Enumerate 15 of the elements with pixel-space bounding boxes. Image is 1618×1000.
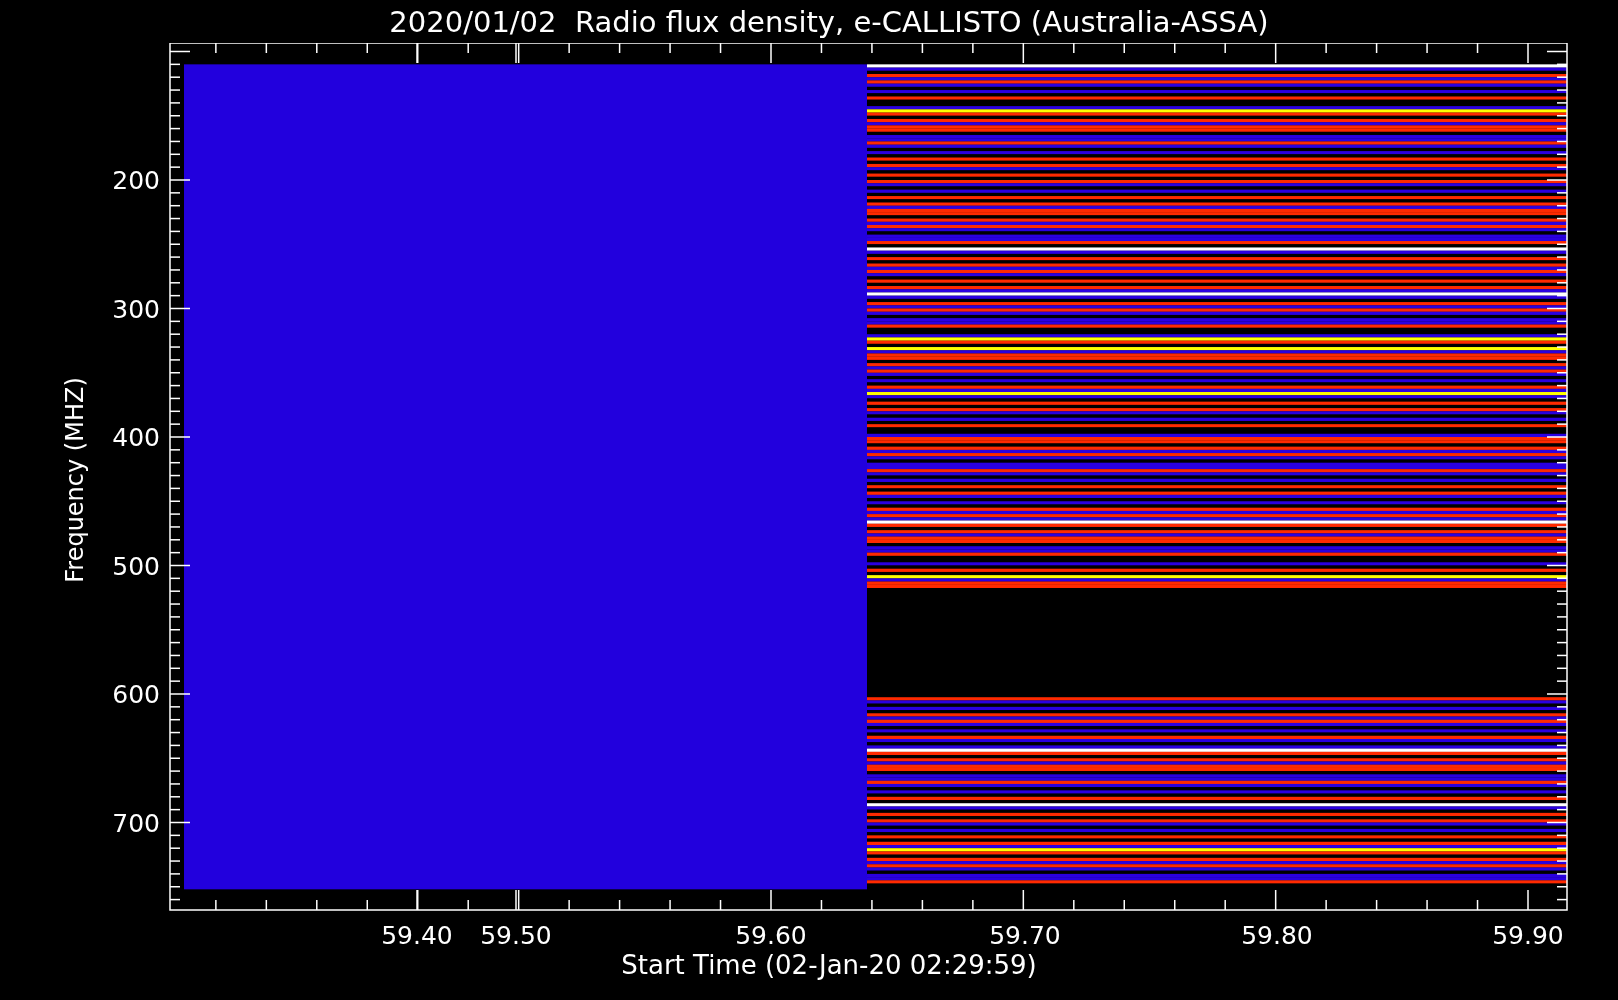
tick-label: 59.60 [735, 921, 807, 950]
tick-label: 200 [112, 166, 160, 195]
tick-label: 59.70 [989, 921, 1061, 950]
axis-label: Start Time (02-Jan-20 02:29:59) [620, 950, 1038, 982]
tick-label: 700 [112, 808, 160, 838]
tick-label: 59.40 [381, 921, 453, 950]
plot-title: 2020/01/02 Radio flux density, e-CALLISTO (Australia-ASSA) [388, 3, 1270, 41]
tick-label: 300 [112, 294, 160, 324]
tick-label: 59.50 [480, 921, 552, 950]
tick-label: 59.90 [1492, 921, 1564, 950]
tick-label: 600 [112, 680, 160, 709]
tick-label: 500 [112, 551, 160, 581]
tick-label: 400 [112, 423, 160, 452]
tick-label: 59.80 [1241, 921, 1313, 950]
axis-label: Frequency (MHZ) [61, 377, 89, 583]
